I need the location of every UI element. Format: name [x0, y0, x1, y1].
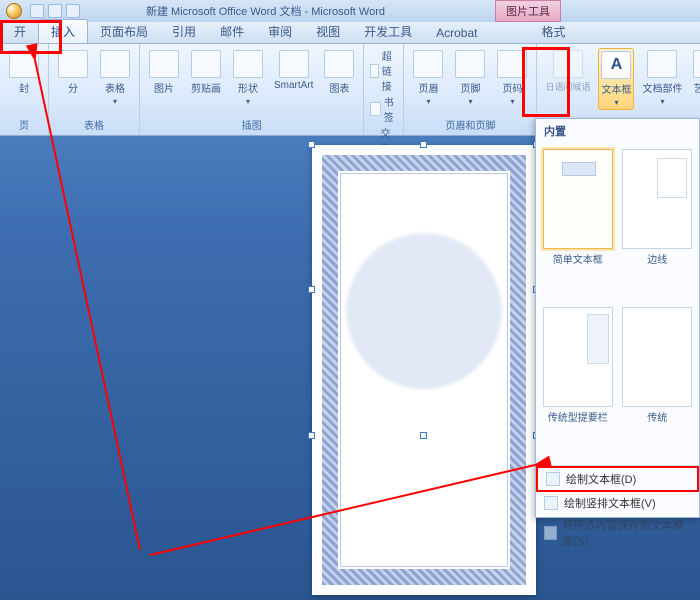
break-icon	[58, 50, 88, 78]
header-icon	[413, 50, 443, 78]
group-label-header-footer: 页眉和页脚	[410, 116, 530, 135]
vertical-textbox-icon	[544, 496, 558, 510]
shapes-icon	[233, 50, 263, 78]
group-header-footer: 页眉▾ 页脚▾ 页码▾ 页眉和页脚	[404, 44, 537, 135]
smartart-button[interactable]: SmartArt	[272, 48, 315, 93]
wordart-button[interactable]: 艺术字▾	[690, 48, 700, 108]
parts-button[interactable]: 文档部件▾	[640, 48, 684, 108]
group-label-illustrations: 插图	[146, 116, 357, 135]
tab-home[interactable]: 开	[2, 20, 38, 43]
wordart-icon	[693, 50, 700, 78]
textbox-gallery: 内置 简单文本框 边线 传统型提要栏 传统 绘制文本框(D) 绘制竖排文本框(V…	[535, 118, 700, 518]
group-pages: 封 页	[0, 44, 49, 135]
page-break-button[interactable]: 分	[55, 48, 91, 97]
clipart-icon	[191, 50, 221, 78]
contextual-tab-label[interactable]: 图片工具	[495, 0, 561, 22]
draw-vertical-textbox-item[interactable]: 绘制竖排文本框(V)	[536, 492, 699, 514]
table-icon	[100, 50, 130, 78]
thumb-sidebar	[543, 307, 613, 407]
textbox-icon	[546, 472, 560, 486]
shapes-button[interactable]: 形状▾	[230, 48, 266, 108]
tab-format[interactable]: 格式	[529, 20, 577, 43]
gallery-header: 内置	[536, 119, 699, 143]
tab-references[interactable]: 引用	[160, 20, 208, 43]
gallery-item[interactable]: 传统	[618, 303, 698, 461]
chart-icon	[324, 50, 354, 78]
tab-view[interactable]: 视图	[304, 20, 352, 43]
greeting-icon	[553, 50, 583, 78]
title-bar: 新建 Microsoft Office Word 文档 - Microsoft …	[0, 0, 700, 22]
gallery-menu: 绘制文本框(D) 绘制竖排文本框(V) 将所选内容保存到文本框库(S)	[536, 465, 699, 552]
chevron-down-icon: ▾	[660, 97, 664, 106]
thumb-simple	[543, 149, 613, 249]
save-icon	[544, 526, 557, 540]
bookmark-button[interactable]: 书签	[370, 94, 397, 124]
table-button[interactable]: 表格▾	[97, 48, 133, 108]
office-orb-icon[interactable]	[6, 3, 22, 19]
clipart-button[interactable]: 剪贴画	[188, 48, 224, 97]
selection-handles	[312, 145, 536, 435]
group-label-tables: 表格	[55, 116, 133, 135]
group-tables: 分 表格▾ 表格	[49, 44, 140, 135]
thumb-edge	[622, 149, 692, 249]
tab-insert[interactable]: 插入	[38, 19, 88, 43]
tab-acrobat[interactable]: Acrobat	[424, 23, 489, 43]
tab-mailings[interactable]: 邮件	[208, 20, 256, 43]
textbox-icon: A	[601, 51, 631, 79]
hyperlink-button[interactable]: 超链接	[370, 48, 397, 93]
pages-button[interactable]: 封	[6, 48, 42, 97]
qat-save-icon[interactable]	[30, 4, 44, 18]
header-button[interactable]: 页眉▾	[410, 48, 446, 108]
parts-icon	[647, 50, 677, 78]
window-title: 新建 Microsoft Office Word 文档 - Microsoft …	[146, 3, 385, 19]
page-number-icon	[497, 50, 527, 78]
thumb-traditional	[622, 307, 692, 407]
footer-icon	[455, 50, 485, 78]
footer-button[interactable]: 页脚▾	[452, 48, 488, 108]
gallery-grid: 简单文本框 边线 传统型提要栏 传统	[536, 143, 699, 463]
picture-button[interactable]: 图片	[146, 48, 182, 97]
tab-developer[interactable]: 开发工具	[352, 20, 424, 43]
qat-redo-icon[interactable]	[66, 4, 80, 18]
chevron-down-icon: ▾	[614, 98, 618, 107]
gallery-item[interactable]: 简单文本框	[538, 145, 618, 303]
quick-access-toolbar	[30, 4, 80, 18]
tab-page-layout[interactable]: 页面布局	[88, 20, 160, 43]
group-label-pages: 页	[6, 116, 42, 135]
group-illustrations: 图片 剪贴画 形状▾ SmartArt 图表 插图	[140, 44, 364, 135]
chevron-down-icon: ▾	[246, 97, 250, 106]
chevron-down-icon: ▾	[510, 97, 514, 106]
hyperlink-icon	[370, 64, 378, 78]
group-links: 超链接 书签 交叉引用 链接	[364, 44, 404, 135]
chevron-down-icon: ▾	[426, 97, 430, 106]
picture-icon	[149, 50, 179, 78]
chevron-down-icon: ▾	[468, 97, 472, 106]
chart-button[interactable]: 图表	[321, 48, 357, 97]
tab-review[interactable]: 审阅	[256, 20, 304, 43]
page-number-button[interactable]: 页码▾	[494, 48, 530, 108]
qat-undo-icon[interactable]	[48, 4, 62, 18]
draw-textbox-item[interactable]: 绘制文本框(D)	[536, 466, 699, 492]
gallery-item[interactable]: 边线	[618, 145, 698, 303]
gallery-item[interactable]: 传统型提要栏	[538, 303, 618, 461]
ribbon-tabs: 开 插入 页面布局 引用 邮件 审阅 视图 开发工具 Acrobat 格式	[0, 22, 700, 44]
bookmark-icon	[370, 102, 380, 116]
textbox-button[interactable]: A文本框▾	[598, 48, 634, 110]
greeting-button[interactable]: 日语问候语	[543, 48, 592, 95]
smartart-icon	[279, 50, 309, 78]
page-icon	[9, 50, 39, 78]
save-to-gallery-item[interactable]: 将所选内容保存到文本框库(S)	[536, 514, 699, 552]
chevron-down-icon: ▾	[113, 97, 117, 106]
